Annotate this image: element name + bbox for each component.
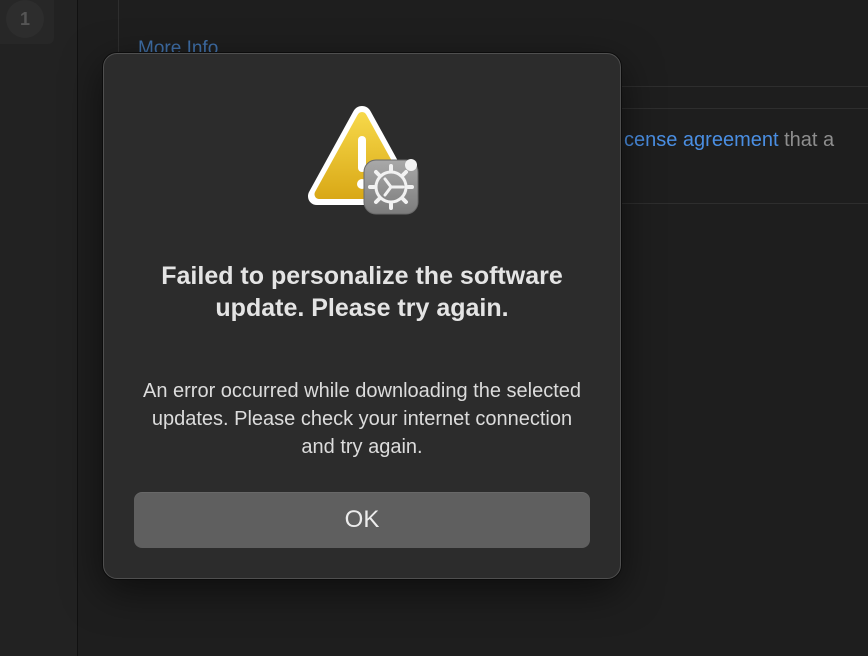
sidebar: 1 <box>0 0 78 656</box>
warning-triangle-with-software-update-gear-icon <box>307 106 419 215</box>
license-suffix-text: that a <box>778 129 835 151</box>
sidebar-count-badge: 1 <box>6 0 44 38</box>
ok-button[interactable]: OK <box>134 492 590 548</box>
error-dialog: Failed to personalize the software updat… <box>103 53 621 579</box>
license-agreement-link[interactable]: cense agreement <box>624 129 779 151</box>
dialog-message: An error occurred while downloading the … <box>142 380 582 458</box>
dialog-title: Failed to personalize the software updat… <box>161 262 563 322</box>
license-text: cense agreement that a <box>624 129 834 152</box>
